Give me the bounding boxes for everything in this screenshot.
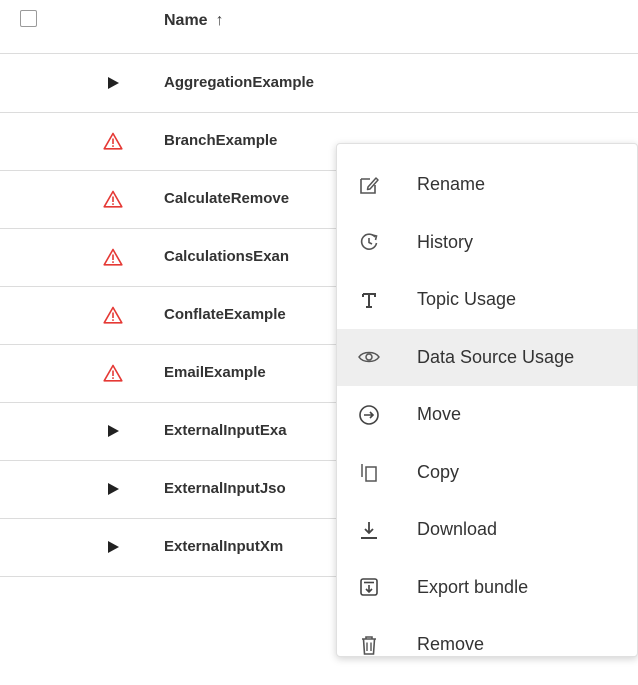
trash-icon — [357, 633, 381, 657]
row-name: ExternalInputXm — [164, 538, 284, 555]
menu-item-label: Data Source Usage — [417, 346, 575, 367]
menu-item-label: Rename — [417, 174, 486, 195]
menu-item-label: Copy — [417, 461, 460, 482]
menu-item-remove[interactable]: Remove — [337, 616, 637, 674]
download-icon — [357, 518, 381, 542]
copy-icon — [357, 460, 381, 484]
sort-ascending-icon[interactable]: ↑ — [216, 12, 224, 29]
table-row[interactable]: AggregationExample — [0, 55, 638, 113]
eye-icon — [357, 345, 381, 369]
history-icon — [357, 230, 381, 254]
menu-top-padding — [337, 144, 637, 156]
menu-item-rename[interactable]: Rename — [337, 156, 637, 214]
warning-icon — [103, 305, 123, 325]
edit-icon — [357, 173, 381, 197]
menu-item-label: Export bundle — [417, 576, 529, 597]
table-header: Name ↑ — [0, 0, 638, 54]
context-menu: Rename History Topic Usage Data Source U… — [336, 143, 638, 657]
menu-item-history[interactable]: History — [337, 214, 637, 272]
menu-item-label: Download — [417, 519, 498, 540]
menu-item-data-source-usage[interactable]: Data Source Usage — [337, 328, 637, 386]
text-icon — [357, 288, 381, 312]
menu-item-label: History — [417, 231, 474, 252]
menu-item-export-bundle[interactable]: Export bundle — [337, 559, 637, 617]
row-name: AggregationExample — [164, 74, 315, 91]
menu-item-move[interactable]: Move — [337, 386, 637, 444]
name-column-header[interactable]: Name ↑ — [164, 12, 224, 30]
row-name: CalculationsExan — [164, 248, 290, 265]
menu-item-label: Topic Usage — [417, 289, 517, 310]
row-name: EmailExample — [164, 364, 266, 381]
row-name: ExternalInputJso — [164, 480, 286, 497]
warning-icon — [103, 363, 123, 383]
row-name: CalculateRemove — [164, 190, 290, 207]
arrow-right-circle-icon — [357, 403, 381, 427]
select-all-checkbox[interactable] — [20, 10, 37, 27]
menu-item-download[interactable]: Download — [337, 501, 637, 559]
menu-item-label: Move — [417, 404, 462, 425]
play-icon[interactable] — [103, 479, 123, 499]
warning-icon — [103, 247, 123, 267]
row-name: ConflateExample — [164, 306, 286, 323]
menu-item-label: Remove — [417, 634, 485, 655]
play-icon[interactable] — [103, 421, 123, 441]
row-name: BranchExample — [164, 132, 278, 149]
menu-item-copy[interactable]: Copy — [337, 444, 637, 502]
warning-icon — [103, 189, 123, 209]
name-column-label: Name — [164, 12, 208, 29]
menu-item-topic-usage[interactable]: Topic Usage — [337, 271, 637, 329]
play-icon[interactable] — [103, 537, 123, 557]
warning-icon — [103, 131, 123, 151]
row-name: ExternalInputExa — [164, 422, 287, 439]
export-icon — [357, 575, 381, 599]
play-icon[interactable] — [103, 73, 123, 93]
